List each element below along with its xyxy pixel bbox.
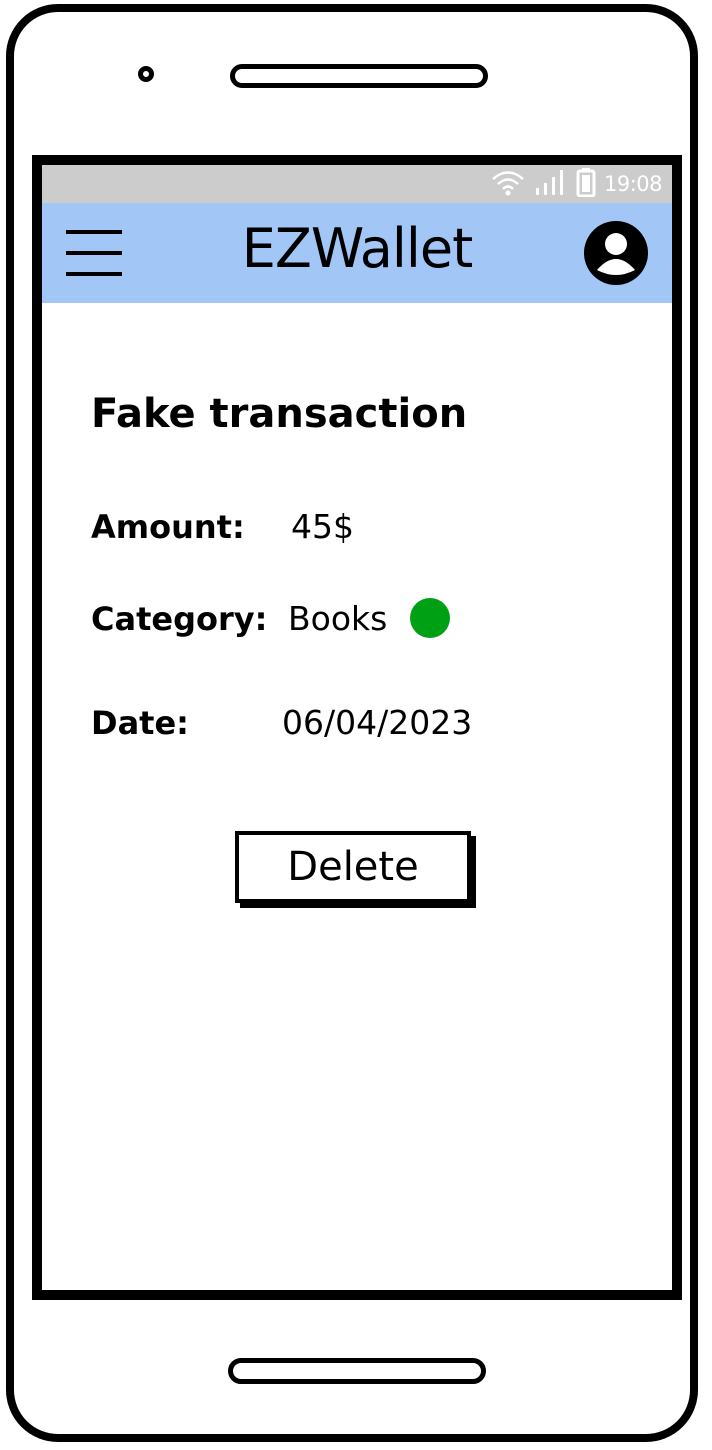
amount-label: Amount:	[91, 508, 245, 546]
top-speaker	[230, 64, 488, 88]
app-screen: 19:08 EZWallet Fake transaction Amount: …	[32, 155, 682, 1300]
user-avatar-icon[interactable]	[583, 220, 649, 286]
status-time: 19:08	[603, 172, 663, 196]
battery-icon	[576, 167, 596, 201]
bottom-speaker	[228, 1358, 486, 1384]
camera-icon	[138, 66, 154, 82]
app-bar: EZWallet	[42, 203, 672, 303]
signal-icon	[534, 168, 568, 200]
delete-button[interactable]: Delete	[235, 831, 471, 903]
date-label: Date:	[91, 704, 189, 742]
status-bar: 19:08	[42, 165, 672, 203]
app-title: EZWallet	[241, 217, 474, 280]
category-color-dot	[410, 598, 450, 638]
status-icons: 19:08	[490, 167, 663, 201]
category-label: Category:	[91, 600, 268, 638]
category-value: Books	[288, 599, 388, 638]
hamburger-menu-icon[interactable]	[66, 228, 122, 278]
date-value: 06/04/2023	[282, 703, 473, 742]
transaction-title: Fake transaction	[91, 391, 468, 437]
amount-value: 45$	[291, 507, 354, 546]
transaction-details: Fake transaction Amount: 45$ Category: B…	[42, 303, 672, 1290]
wifi-icon	[490, 168, 526, 200]
